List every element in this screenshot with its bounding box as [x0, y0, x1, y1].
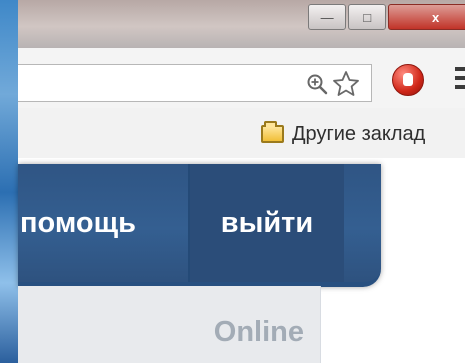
folder-icon [261, 121, 284, 143]
help-nav-link[interactable]: помощь [18, 164, 188, 282]
browser-titlebar: — □ x [18, 0, 465, 48]
window-controls: — □ x [308, 4, 465, 30]
close-button[interactable]: x [388, 4, 465, 30]
other-bookmarks-button[interactable]: Другие заклад [261, 120, 425, 148]
online-status-panel: Online [18, 286, 321, 363]
web-page-content: помощь выйти Online [18, 158, 465, 363]
browser-toolbar [18, 48, 465, 109]
desktop-background-edge [0, 0, 18, 363]
maximize-button[interactable]: □ [348, 4, 387, 30]
other-bookmarks-label: Другие заклад [292, 122, 426, 145]
bookmarks-bar: Другие заклад [18, 108, 465, 159]
menu-icon[interactable] [455, 67, 465, 89]
star-icon[interactable] [332, 70, 360, 98]
zoom-icon[interactable] [306, 73, 328, 95]
minimize-button[interactable]: — [308, 4, 347, 30]
site-navigation: помощь выйти [18, 164, 381, 287]
address-bar[interactable] [18, 64, 372, 102]
logout-nav-link[interactable]: выйти [190, 164, 344, 282]
online-status-label: Online [213, 316, 304, 348]
extension-icon[interactable] [392, 64, 424, 96]
